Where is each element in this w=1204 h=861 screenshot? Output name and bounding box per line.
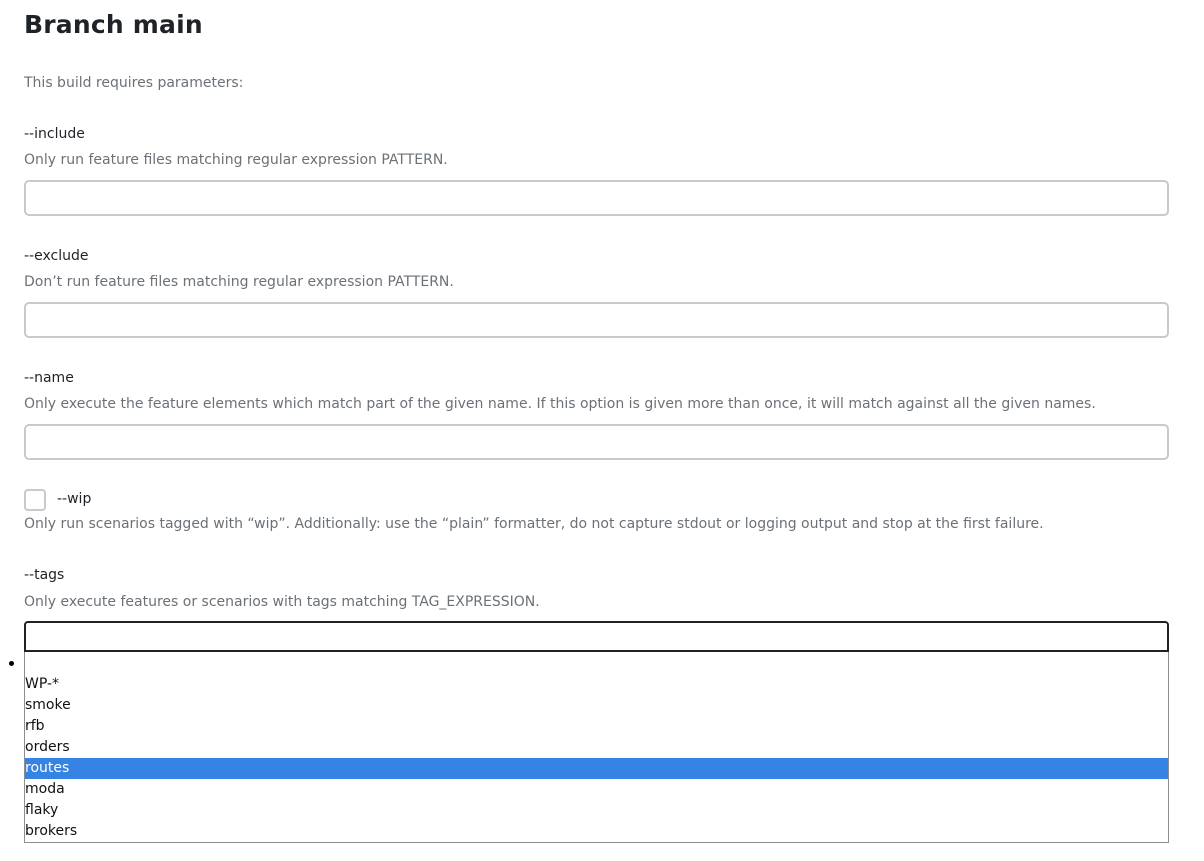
tag-option[interactable]: WP-* — [25, 674, 1168, 695]
tag-option[interactable]: moda — [25, 779, 1168, 800]
exclude-input[interactable] — [24, 302, 1169, 338]
tags-description: Only execute features or scenarios with … — [24, 594, 540, 610]
wip-label[interactable]: --wip — [57, 491, 91, 507]
wip-description: Only run scenarios tagged with “wip”. Ad… — [24, 516, 1044, 532]
page-title: Branch main — [24, 10, 203, 39]
exclude-description: Don’t run feature files matching regular… — [24, 274, 454, 290]
tags-suggestions-list: WP-* smoke rfb orders routes moda flaky … — [24, 652, 1169, 843]
tag-option[interactable]: rfb — [25, 716, 1168, 737]
name-label: --name — [24, 370, 74, 386]
include-input[interactable] — [24, 180, 1169, 216]
tag-option[interactable]: smoke — [25, 695, 1168, 716]
tags-input[interactable] — [24, 621, 1169, 652]
wip-checkbox[interactable] — [24, 489, 46, 511]
tags-label: --tags — [24, 567, 65, 583]
tag-option[interactable]: routes — [25, 758, 1168, 779]
name-description: Only execute the feature elements which … — [24, 396, 1096, 412]
list-bullet-marker — [9, 661, 14, 666]
include-label: --include — [24, 126, 85, 142]
name-input[interactable] — [24, 424, 1169, 460]
tag-option[interactable]: brokers — [25, 821, 1168, 842]
tag-option[interactable]: orders — [25, 737, 1168, 758]
tag-option[interactable]: flaky — [25, 800, 1168, 821]
suggestions-spacer — [25, 652, 1168, 674]
exclude-label: --exclude — [24, 248, 89, 264]
intro-text: This build requires parameters: — [24, 75, 244, 91]
include-description: Only run feature files matching regular … — [24, 152, 448, 168]
